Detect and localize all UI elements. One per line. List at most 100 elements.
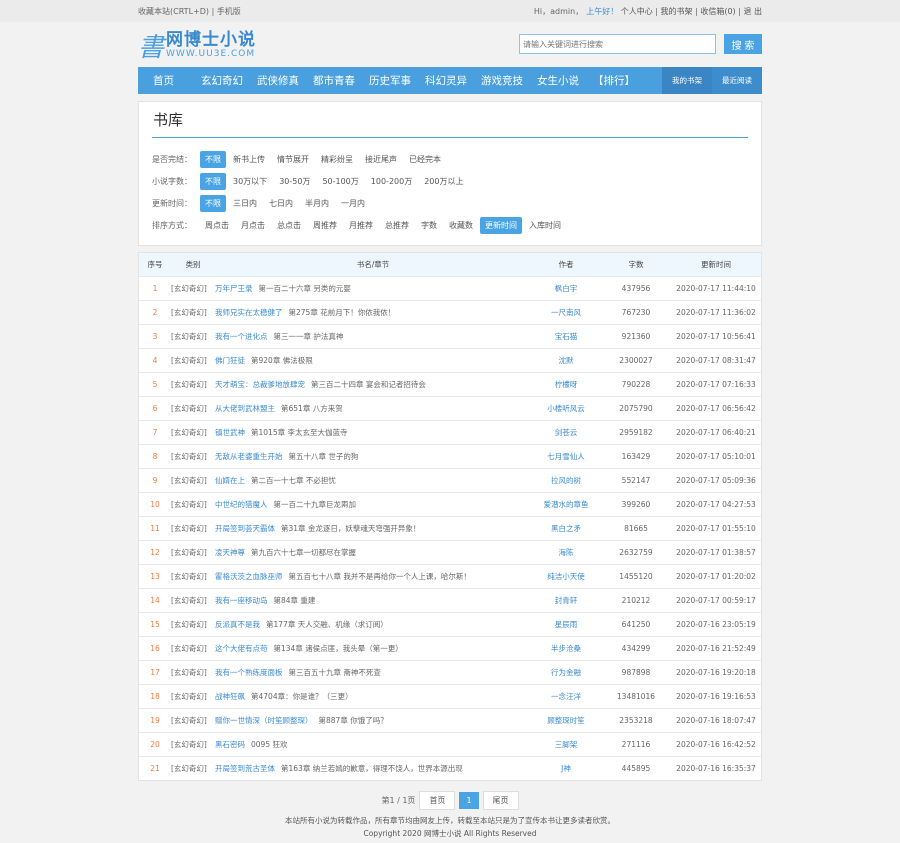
chapter-link[interactable]: 第163章 纳兰若嫣的歉意，得理不饶人，世界本源出现 — [281, 764, 463, 773]
chapter-link[interactable]: 第三百二十四章 宴会和记者招待会 — [311, 380, 426, 389]
first-page-button[interactable]: 首页 — [419, 791, 456, 810]
author-link[interactable]: 封青轩 — [555, 596, 578, 605]
chapter-link[interactable]: 第4704章：你是谁？（三更） — [251, 692, 353, 701]
filter-option[interactable]: 100-200万 — [366, 173, 417, 190]
chapter-link[interactable]: 第275章 花前月下！你侬我侬！ — [289, 308, 396, 317]
author-link[interactable]: 黑白之矛 — [551, 524, 581, 533]
filter-option[interactable]: 七日内 — [264, 195, 298, 212]
author-link[interactable]: 沈默 — [559, 356, 574, 365]
nav-ranking[interactable]: 【排行】 — [586, 73, 642, 88]
chapter-link[interactable]: 第二百一十七章 不必担忧 — [251, 476, 336, 485]
chapter-link[interactable]: 第九百六十七章一切都尽在掌握 — [251, 548, 356, 557]
book-title-link[interactable]: 佛门狂徒 — [215, 356, 245, 365]
filter-option[interactable]: 30万以下 — [228, 173, 272, 190]
author-link[interactable]: 拉风的树 — [551, 476, 581, 485]
last-page-button[interactable]: 尾页 — [482, 791, 519, 810]
author-link[interactable]: 星辰雨 — [555, 620, 578, 629]
book-title-link[interactable]: 凌天神尊 — [215, 548, 245, 557]
chapter-link[interactable]: 第920章 佛法极限 — [251, 356, 313, 365]
book-title-link[interactable]: 我有一个熟练度面板 — [215, 668, 283, 677]
author-link[interactable]: 纯洁小天使 — [547, 572, 585, 581]
bookmark-link[interactable]: 收藏本站(CRTL+D) — [138, 7, 209, 16]
author-link[interactable]: 柠檬呀 — [555, 380, 578, 389]
nav-youxi[interactable]: 游戏竞技 — [474, 73, 530, 88]
chapter-link[interactable]: 0095 狂欢 — [251, 740, 287, 749]
book-title-link[interactable]: 战神狂飙 — [215, 692, 245, 701]
filter-option[interactable]: 50-100万 — [317, 173, 363, 190]
nav-home[interactable]: 首页 — [138, 73, 194, 88]
filter-option[interactable]: 月点击 — [236, 217, 270, 234]
author-link[interactable]: 一念汪洋 — [551, 692, 581, 701]
filter-option[interactable]: 入库时间 — [524, 217, 566, 234]
page-1-button[interactable]: 1 — [459, 792, 479, 809]
chapter-link[interactable]: 第五百七十八章 我并不是再给你一个人上课，哈尔斯！ — [289, 572, 471, 581]
book-title-link[interactable]: 我有一个进化点 — [215, 332, 268, 341]
author-link[interactable]: 小楼听风云 — [547, 404, 585, 413]
author-link[interactable]: 半步沧桑 — [551, 644, 581, 653]
chapter-link[interactable]: 第1015章 李太玄至大伽蓝寺 — [251, 428, 347, 437]
filter-option[interactable]: 半月内 — [300, 195, 334, 212]
author-link[interactable]: 一尺南风 — [551, 308, 581, 317]
nav-xuanhuan[interactable]: 玄幻奇幻 — [194, 73, 250, 88]
book-title-link[interactable]: 赠你一世情深（时笙顾整琛） — [215, 716, 313, 725]
chapter-link[interactable]: 第651章 八方来贺 — [281, 404, 343, 413]
book-title-link[interactable]: 黑石密码 — [215, 740, 245, 749]
filter-option[interactable]: 更新时间 — [480, 216, 522, 234]
author-link[interactable]: 行为金融 — [551, 668, 581, 677]
site-logo[interactable]: 書 网博士小说 WWW.UU3E.COM — [138, 27, 256, 64]
filter-option[interactable]: 30-50万 — [274, 173, 315, 190]
author-link[interactable]: 爱潜水的章鱼 — [544, 500, 589, 509]
author-link[interactable]: 三脚架 — [555, 740, 578, 749]
author-link[interactable]: 顾整琛时笙 — [547, 716, 585, 725]
logout-link[interactable]: 退 出 — [743, 7, 762, 16]
book-title-link[interactable]: 开局签到荟天霸体 — [215, 524, 275, 533]
filter-option[interactable]: 收藏数 — [444, 217, 478, 234]
nav-kehuan[interactable]: 科幻灵异 — [418, 73, 474, 88]
nav-recent-reading[interactable]: 最近阅读 — [712, 67, 762, 94]
author-link[interactable]: J神 — [561, 764, 571, 773]
filter-option[interactable]: 总推荐 — [380, 217, 414, 234]
nav-lishi[interactable]: 历史军事 — [362, 73, 418, 88]
chapter-link[interactable]: 第134章 诸侯点匪，我头晕（第一更） — [274, 644, 403, 653]
book-title-link[interactable]: 天才萌宝：总裁爹地放肆宠 — [215, 380, 305, 389]
filter-option[interactable]: 总点击 — [272, 217, 306, 234]
book-title-link[interactable]: 从大佬到武林盟主 — [215, 404, 275, 413]
author-link[interactable]: 海陈 — [559, 548, 574, 557]
filter-option[interactable]: 周推荐 — [308, 217, 342, 234]
filter-option[interactable]: 不限 — [200, 194, 226, 212]
author-link[interactable]: 宝石猫 — [555, 332, 578, 341]
filter-option[interactable]: 情节展开 — [272, 151, 314, 168]
author-link[interactable]: 剑苍云 — [555, 428, 578, 437]
chapter-link[interactable]: 第五十八章 世子的狗 — [289, 452, 359, 461]
filter-option[interactable]: 三日内 — [228, 195, 262, 212]
book-title-link[interactable]: 我有一座移动岛 — [215, 596, 268, 605]
nav-dushi[interactable]: 都市青春 — [306, 73, 362, 88]
filter-option[interactable]: 月推荐 — [344, 217, 378, 234]
book-title-link[interactable]: 这个大佬有点苟 — [215, 644, 268, 653]
book-title-link[interactable]: 反派真不是我 — [215, 620, 260, 629]
book-title-link[interactable]: 我师兄实在太稳健了 — [215, 308, 283, 317]
search-input[interactable] — [519, 34, 716, 54]
nav-nvsheng[interactable]: 女生小说 — [530, 73, 586, 88]
chapter-link[interactable]: 第84章 重建 — [274, 596, 316, 605]
chapter-link[interactable]: 第一百二十六章 另类的元婴 — [259, 284, 351, 293]
filter-option[interactable]: 不限 — [200, 150, 226, 168]
book-title-link[interactable]: 镇世武神 — [215, 428, 245, 437]
search-button[interactable]: 搜 索 — [724, 34, 762, 54]
inbox-link[interactable]: 收信箱(0) — [700, 7, 735, 16]
author-link[interactable]: 枫白宇 — [555, 284, 578, 293]
mobile-link[interactable]: 手机版 — [217, 7, 241, 16]
user-center-link[interactable]: 个人中心 — [621, 7, 653, 16]
filter-option[interactable]: 不限 — [200, 172, 226, 190]
book-title-link[interactable]: 万年尸王录 — [215, 284, 253, 293]
filter-option[interactable]: 200万以上 — [419, 173, 468, 190]
book-title-link[interactable]: 开局签到荒古圣体 — [215, 764, 275, 773]
chapter-link[interactable]: 第一百二十九章巨龙兩加 — [274, 500, 357, 509]
book-title-link[interactable]: 中世纪的猎魔人 — [215, 500, 268, 509]
filter-option[interactable]: 新书上传 — [228, 151, 270, 168]
nav-my-bookshelf[interactable]: 我的书架 — [662, 67, 712, 94]
chapter-link[interactable]: 第31章 金龙逐日，妖孽魂天穹强开异象！ — [281, 524, 420, 533]
chapter-link[interactable]: 第三一一章 护法真神 — [274, 332, 344, 341]
filter-option[interactable]: 周点击 — [200, 217, 234, 234]
filter-option[interactable]: 已经完本 — [404, 151, 446, 168]
